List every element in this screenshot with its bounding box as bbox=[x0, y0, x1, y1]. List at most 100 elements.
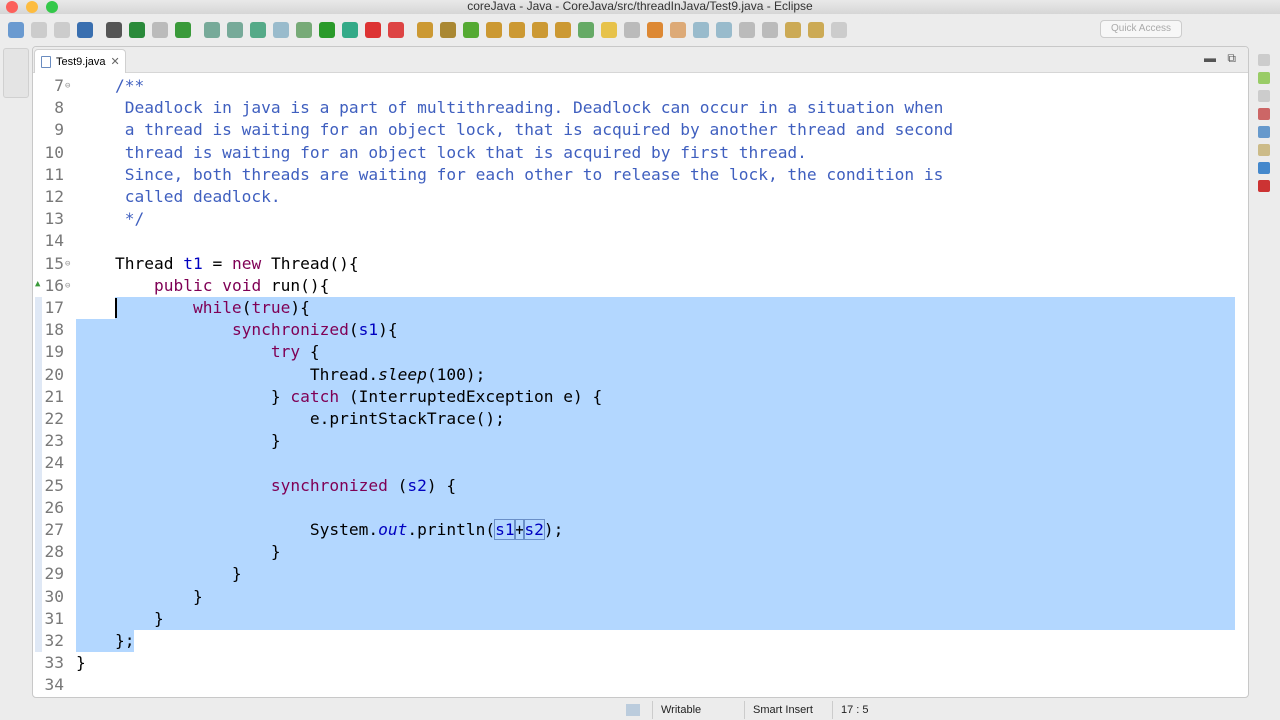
restore-icon[interactable] bbox=[1258, 90, 1270, 102]
code-line[interactable]: 20 Thread.sleep(100); bbox=[33, 363, 1248, 386]
close-tab-icon[interactable]: ✕ bbox=[111, 55, 120, 68]
toolbar-button-icon[interactable] bbox=[388, 22, 404, 38]
problems-icon[interactable] bbox=[1258, 108, 1270, 120]
line-number: 29 bbox=[44, 564, 65, 584]
toolbar-button-icon[interactable] bbox=[808, 22, 824, 38]
console-icon[interactable] bbox=[1258, 162, 1270, 174]
code-line[interactable]: 23 } bbox=[33, 430, 1248, 453]
toolbar-button-icon[interactable] bbox=[601, 22, 617, 38]
toolbar-button-icon[interactable] bbox=[204, 22, 220, 38]
line-number: 24 bbox=[44, 453, 65, 473]
editor-tab-row: Test9.java ✕ ▬ ⧉ bbox=[33, 47, 1248, 73]
code-line[interactable]: 25 synchronized (s2) { bbox=[33, 474, 1248, 497]
toolbar-button-icon[interactable] bbox=[486, 22, 502, 38]
code-line[interactable]: 24 bbox=[33, 452, 1248, 475]
code-line[interactable]: 11 Since, both threads are waiting for e… bbox=[33, 164, 1248, 186]
toolbar-button-icon[interactable] bbox=[647, 22, 663, 38]
code-token: .println( bbox=[407, 520, 496, 539]
toolbar-button-icon[interactable] bbox=[319, 22, 335, 38]
toolbar-button-icon[interactable] bbox=[273, 22, 289, 38]
override-marker-icon: ▲ bbox=[35, 278, 41, 289]
fold-toggle-icon[interactable]: ⊖ bbox=[65, 253, 70, 275]
maximize-editor-icon[interactable]: ⧉ bbox=[1227, 51, 1236, 66]
code-line[interactable]: 26 bbox=[33, 496, 1248, 519]
toolbar-button-icon[interactable] bbox=[555, 22, 571, 38]
declaration-icon[interactable] bbox=[1258, 144, 1270, 156]
code-line[interactable]: 29 } bbox=[33, 563, 1248, 586]
toolbar-button-icon[interactable] bbox=[762, 22, 778, 38]
toolbar-button-icon[interactable] bbox=[77, 22, 93, 38]
code-line[interactable]: 27 System.out.println(s1+s2); bbox=[33, 519, 1248, 542]
toolbar-button-icon[interactable] bbox=[670, 22, 686, 38]
code-line[interactable]: 15 ⊖ Thread t1 = new Thread(){ bbox=[33, 253, 1248, 275]
toolbar-button-icon[interactable] bbox=[417, 22, 433, 38]
code-line[interactable]: 8 Deadlock in java is a part of multithr… bbox=[33, 97, 1248, 119]
line-number: 11 bbox=[44, 164, 65, 184]
toolbar-button-icon[interactable] bbox=[785, 22, 801, 38]
toolbar-button-icon[interactable] bbox=[693, 22, 709, 38]
junit-icon[interactable] bbox=[1258, 180, 1270, 192]
toolbar-button-icon[interactable] bbox=[129, 22, 145, 38]
line-number: 34 bbox=[44, 675, 65, 695]
toolbar-button-icon[interactable] bbox=[296, 22, 312, 38]
fold-toggle-icon[interactable]: ⊖ bbox=[65, 275, 70, 297]
toolbar-button-icon[interactable] bbox=[250, 22, 266, 38]
code-line[interactable]: 12 called deadlock. bbox=[33, 186, 1248, 208]
toolbar-button-icon[interactable] bbox=[578, 22, 594, 38]
code-line[interactable]: 17 while(true){ bbox=[33, 297, 1248, 320]
code-line[interactable]: 28 } bbox=[33, 541, 1248, 564]
code-line[interactable]: 10 thread is waiting for an object lock … bbox=[33, 142, 1248, 164]
toolbar-button-icon[interactable] bbox=[463, 22, 479, 38]
restore-icon[interactable] bbox=[1258, 54, 1270, 66]
toolbar-button-icon[interactable] bbox=[8, 22, 24, 38]
toolbar-button-icon[interactable] bbox=[175, 22, 191, 38]
code-line[interactable]: 34 bbox=[33, 674, 1248, 696]
zoom-window-button[interactable] bbox=[46, 1, 58, 13]
toolbar-button-icon[interactable] bbox=[342, 22, 358, 38]
toolbar-button-icon[interactable] bbox=[54, 22, 70, 38]
code-line[interactable]: 22 e.printStackTrace(); bbox=[33, 408, 1248, 431]
code-token: s2 bbox=[523, 519, 545, 540]
toolbar-button-icon[interactable] bbox=[365, 22, 381, 38]
toolbar-button-icon[interactable] bbox=[831, 22, 847, 38]
toolbar-button-icon[interactable] bbox=[716, 22, 732, 38]
fold-toggle-icon[interactable]: ⊖ bbox=[65, 75, 70, 97]
code-line[interactable]: 14 bbox=[33, 230, 1248, 252]
close-window-button[interactable] bbox=[6, 1, 18, 13]
code-token: /** bbox=[76, 76, 145, 95]
code-line[interactable]: 13 */ bbox=[33, 208, 1248, 230]
code-line[interactable]: 21 } catch (InterruptedException e) { bbox=[33, 385, 1248, 408]
tab-test9-java[interactable]: Test9.java ✕ bbox=[34, 49, 126, 73]
selection-highlight bbox=[76, 563, 1235, 586]
toolbar-button-icon[interactable] bbox=[227, 22, 243, 38]
quick-access-input[interactable]: Quick Access bbox=[1100, 20, 1182, 38]
code-line[interactable]: 32 }; bbox=[33, 630, 1248, 653]
toolbar-button-icon[interactable] bbox=[624, 22, 640, 38]
code-token: s1 bbox=[494, 519, 516, 540]
task-list-icon[interactable] bbox=[1258, 72, 1270, 84]
code-text: } bbox=[76, 563, 242, 585]
toolbar-button-icon[interactable] bbox=[509, 22, 525, 38]
toolbar-button-icon[interactable] bbox=[440, 22, 456, 38]
code-line[interactable]: 7 ⊖ /** bbox=[33, 75, 1248, 97]
line-number: 7 bbox=[54, 76, 64, 95]
code-line[interactable]: 16 ⊖ ▲ public void run(){ bbox=[33, 275, 1248, 297]
code-line[interactable]: 33} bbox=[33, 652, 1248, 674]
toolbar-button-icon[interactable] bbox=[152, 22, 168, 38]
toolbar-button-icon[interactable] bbox=[532, 22, 548, 38]
toolbar-button-icon[interactable] bbox=[31, 22, 47, 38]
line-number: 23 bbox=[44, 431, 65, 451]
code-line[interactable]: 9 a thread is waiting for an object lock… bbox=[33, 119, 1248, 141]
code-line[interactable]: 31 } bbox=[33, 607, 1248, 630]
toolbar-button-icon[interactable] bbox=[739, 22, 755, 38]
minimized-views-trim[interactable] bbox=[3, 48, 29, 98]
minimize-window-button[interactable] bbox=[26, 1, 38, 13]
code-line[interactable]: 19 try { bbox=[33, 341, 1248, 364]
javadoc-icon[interactable] bbox=[1258, 126, 1270, 138]
toolbar-button-icon[interactable] bbox=[106, 22, 122, 38]
code-line[interactable]: 18 synchronized(s1){ bbox=[33, 319, 1248, 342]
minimize-editor-icon[interactable]: ▬ bbox=[1204, 51, 1216, 65]
code-line[interactable]: 30 } bbox=[33, 585, 1248, 608]
